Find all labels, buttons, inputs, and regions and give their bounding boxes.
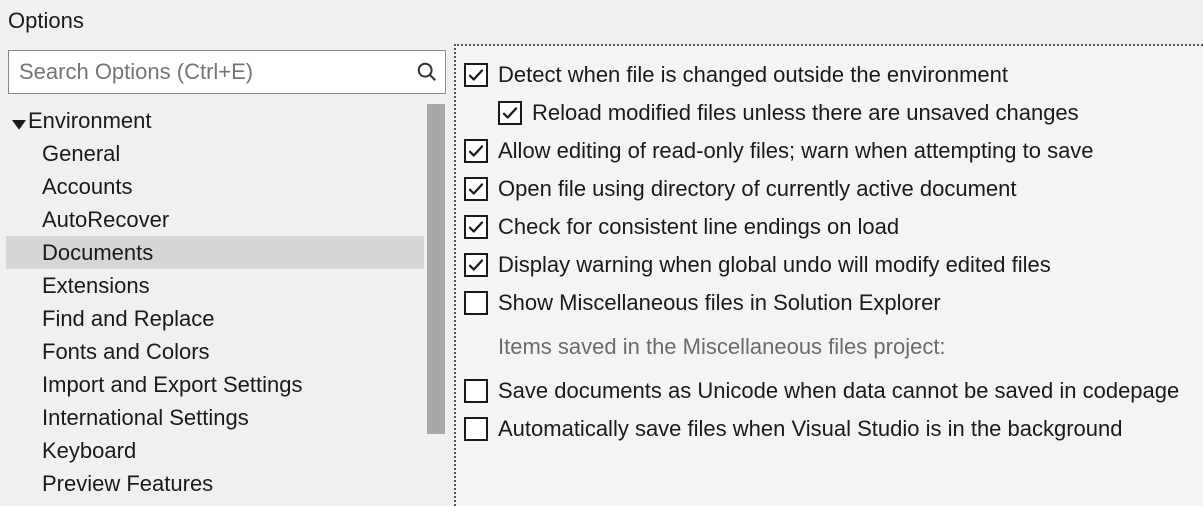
caret-down-icon [12, 114, 26, 128]
tree-item-label: Keyboard [42, 438, 136, 464]
option-row: Detect when file is changed outside the … [464, 56, 1195, 94]
tree-item-preview-features[interactable]: Preview Features [6, 467, 424, 500]
option-label: Allow editing of read-only files; warn w… [498, 138, 1094, 164]
checkbox[interactable] [464, 139, 488, 163]
option-row: Open file using directory of currently a… [464, 170, 1195, 208]
tree-category-label: Environment [28, 108, 152, 134]
tree-item-label: Documents [42, 240, 153, 266]
option-label: Detect when file is changed outside the … [498, 62, 1008, 88]
option-label: Reload modified files unless there are u… [532, 100, 1079, 126]
tree-item-label: General [42, 141, 120, 167]
checkbox[interactable] [464, 379, 488, 403]
option-label: Check for consistent line endings on loa… [498, 214, 899, 240]
tree-item-fonts-and-colors[interactable]: Fonts and Colors [6, 335, 424, 368]
checkbox[interactable] [464, 253, 488, 277]
tree-item-label: Preview Features [42, 471, 213, 497]
option-label: Automatically save files when Visual Stu… [498, 416, 1123, 442]
tree-item-label: Accounts [42, 174, 133, 200]
options-tree[interactable]: Environment General Accounts AutoRecover Do… [6, 104, 424, 506]
option-row: Save documents as Unicode when data cann… [464, 372, 1195, 410]
search-icon[interactable] [416, 61, 438, 83]
option-label: Open file using directory of currently a… [498, 176, 1016, 202]
tree-item-import-and-export-settings[interactable]: Import and Export Settings [6, 368, 424, 401]
checkbox[interactable] [464, 291, 488, 315]
tree-item-accounts[interactable]: Accounts [6, 170, 424, 203]
tree-item-label: Fonts and Colors [42, 339, 210, 365]
checkbox[interactable] [464, 417, 488, 441]
tree-item-extensions[interactable]: Extensions [6, 269, 424, 302]
option-row: Check for consistent line endings on loa… [464, 208, 1195, 246]
options-panel: Detect when file is changed outside the … [454, 44, 1203, 506]
tree-item-keyboard[interactable]: Keyboard [6, 434, 424, 467]
option-row: Allow editing of read-only files; warn w… [464, 132, 1195, 170]
tree-item-label: Import and Export Settings [42, 372, 302, 398]
tree-scrollbar[interactable] [424, 104, 448, 506]
option-row: Automatically save files when Visual Stu… [464, 410, 1195, 448]
checkbox[interactable] [464, 63, 488, 87]
option-row: Show Miscellaneous files in Solution Exp… [464, 284, 1195, 322]
tree-item-find-and-replace[interactable]: Find and Replace [6, 302, 424, 335]
option-row: Reload modified files unless there are u… [464, 94, 1195, 132]
window-title: Options [0, 0, 1203, 44]
tree-item-international-settings[interactable]: International Settings [6, 401, 424, 434]
tree-item-label: Extensions [42, 273, 150, 299]
checkbox[interactable] [498, 101, 522, 125]
search-wrap [8, 50, 446, 94]
tree-item-label: AutoRecover [42, 207, 169, 233]
checkbox[interactable] [464, 177, 488, 201]
tree-item-general[interactable]: General [6, 137, 424, 170]
option-label: Show Miscellaneous files in Solution Exp… [498, 290, 941, 316]
option-label: Display warning when global undo will mo… [498, 252, 1051, 278]
tree-category-environment[interactable]: Environment [6, 104, 424, 137]
option-row: Display warning when global undo will mo… [464, 246, 1195, 284]
tree-scrollbar-thumb[interactable] [427, 104, 445, 434]
option-label: Save documents as Unicode when data cann… [498, 378, 1179, 404]
tree-item-label: International Settings [42, 405, 249, 431]
search-input[interactable] [8, 50, 446, 94]
misc-files-sublabel: Items saved in the Miscellaneous files p… [464, 322, 1195, 372]
left-panel: Environment General Accounts AutoRecover Do… [0, 44, 454, 506]
tree-item-documents[interactable]: Documents [6, 236, 424, 269]
tree-item-autorecover[interactable]: AutoRecover [6, 203, 424, 236]
tree-item-label: Find and Replace [42, 306, 214, 332]
checkbox[interactable] [464, 215, 488, 239]
